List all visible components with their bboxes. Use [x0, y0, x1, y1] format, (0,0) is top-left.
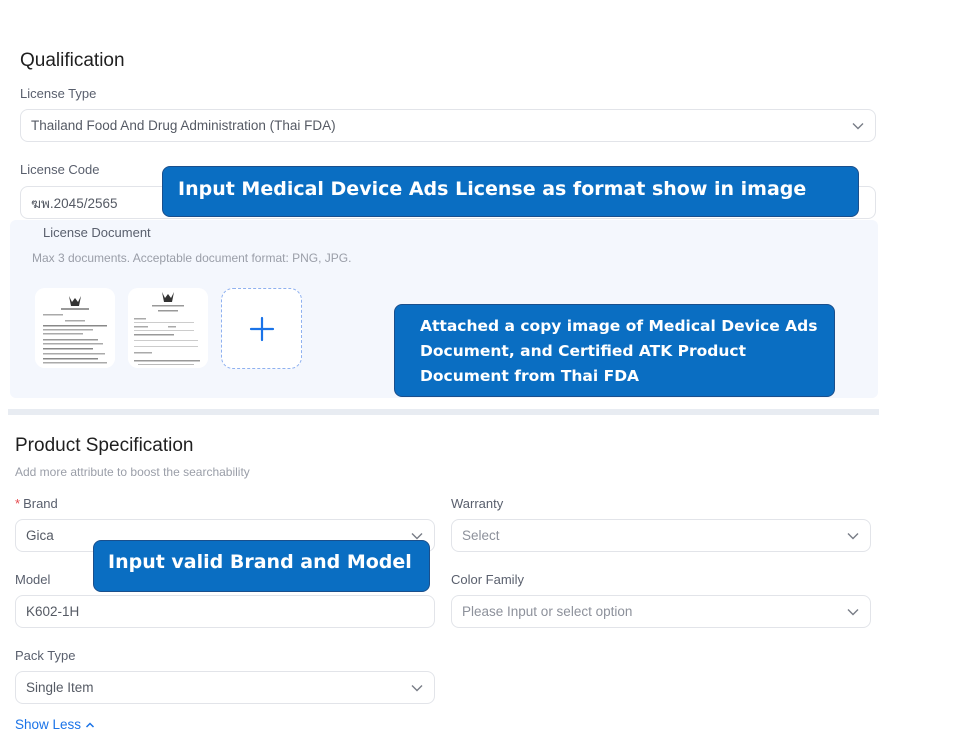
- license-type-value: Thailand Food And Drug Administration (T…: [31, 118, 336, 133]
- pack-type-value: Single Item: [26, 680, 94, 695]
- warranty-placeholder: Select: [462, 528, 500, 543]
- warranty-label: Warranty: [451, 496, 504, 511]
- section-divider: [8, 409, 879, 415]
- plus-icon: [249, 316, 274, 341]
- warranty-select[interactable]: Select: [451, 519, 871, 552]
- license-type-label: License Type: [20, 86, 97, 101]
- model-value: K602-1H: [26, 604, 80, 619]
- chevron-up-icon: [86, 721, 95, 728]
- brand-label-text: Brand: [23, 496, 58, 511]
- license-type-select[interactable]: Thailand Food And Drug Administration (T…: [20, 109, 876, 142]
- show-less-label: Show Less: [15, 717, 82, 732]
- add-document-button[interactable]: [221, 288, 302, 369]
- qualification-title: Qualification: [20, 50, 125, 71]
- license-document-label: License Document: [43, 225, 151, 240]
- required-mark: *: [15, 496, 21, 511]
- license-document-thumbnail-2[interactable]: [128, 288, 208, 368]
- color-family-label: Color Family: [451, 572, 524, 587]
- chevron-down-icon: [846, 605, 860, 619]
- chevron-down-icon: [846, 529, 860, 543]
- color-family-placeholder: Please Input or select option: [462, 604, 633, 619]
- chevron-down-icon: [851, 119, 865, 133]
- pack-type-select[interactable]: Single Item: [15, 671, 435, 704]
- callout-license-code: Input Medical Device Ads License as form…: [162, 166, 859, 217]
- callout-brand-model: Input valid Brand and Model: [93, 540, 430, 592]
- license-document-thumbnail-1[interactable]: [35, 288, 115, 368]
- product-specification-title: Product Specification: [15, 435, 194, 456]
- product-specification-subtitle: Add more attribute to boost the searchab…: [15, 465, 250, 479]
- license-document-hint: Max 3 documents. Acceptable document for…: [32, 251, 352, 265]
- model-input[interactable]: K602-1H: [15, 595, 435, 628]
- color-family-select[interactable]: Please Input or select option: [451, 595, 871, 628]
- brand-label: * Brand: [15, 496, 58, 511]
- callout-documents: Attached a copy image of Medical Device …: [394, 304, 835, 397]
- show-less-link[interactable]: Show Less: [15, 717, 95, 732]
- pack-type-label: Pack Type: [15, 648, 76, 663]
- license-code-label: License Code: [20, 162, 100, 177]
- model-label: Model: [15, 572, 51, 587]
- chevron-down-icon: [410, 681, 424, 695]
